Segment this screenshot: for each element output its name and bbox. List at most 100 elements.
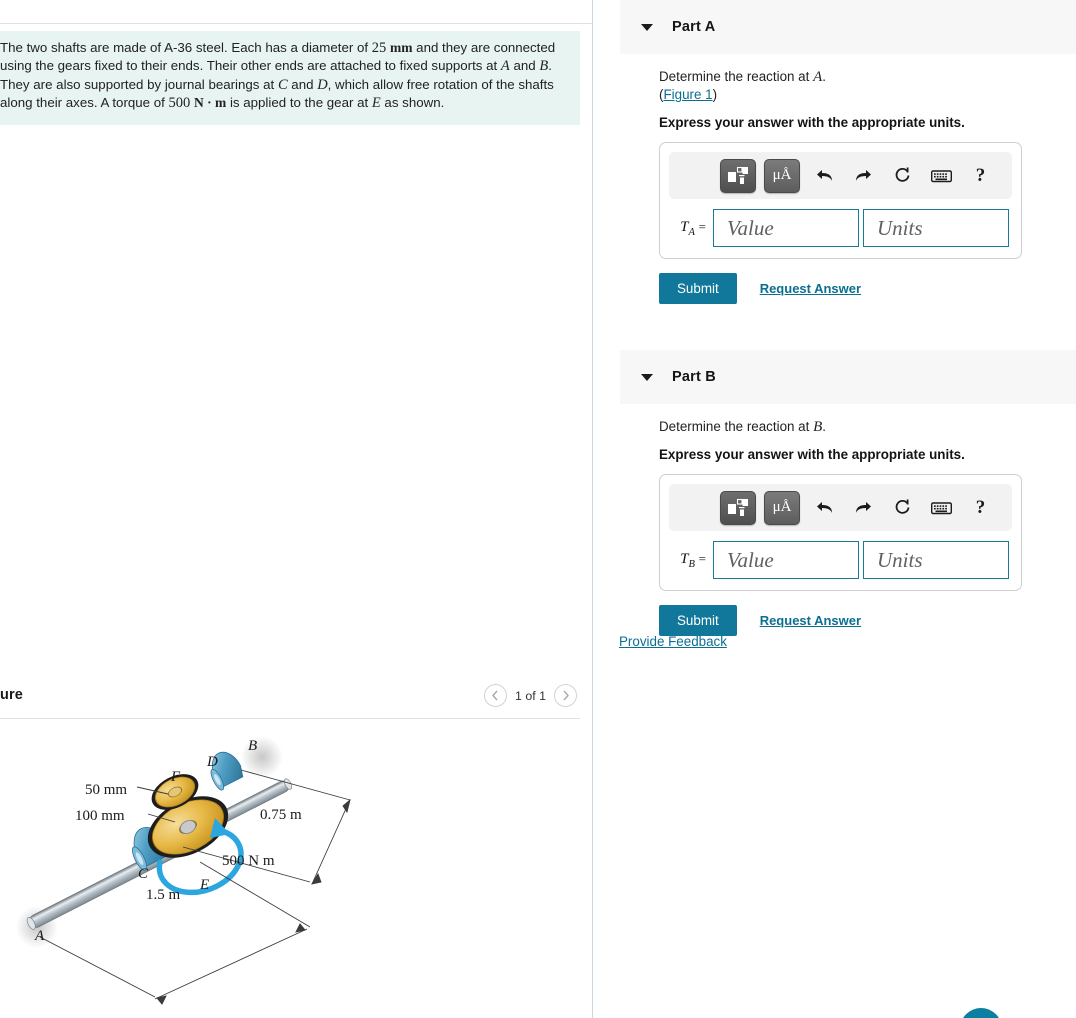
label-f: F <box>170 769 181 785</box>
part-a-value-input[interactable]: Value <box>713 209 859 247</box>
part-a-header[interactable]: Part A <box>620 0 1076 54</box>
problem-segment-15: N · m <box>194 95 227 111</box>
part-a-units-input[interactable]: Units <box>863 209 1009 247</box>
problem-segment-6: and <box>509 58 540 74</box>
part-b-value-input[interactable]: Value <box>713 541 859 579</box>
problem-segment-11: D <box>317 76 328 93</box>
part-b-toolbar: μÅ ? <box>669 484 1012 531</box>
keyboard-icon[interactable] <box>925 493 958 523</box>
reset-glyph <box>895 167 910 182</box>
micro-angstrom-units-icon[interactable]: μÅ <box>764 490 800 525</box>
reset-icon[interactable] <box>886 493 919 523</box>
problem-segment-7: B <box>539 58 549 75</box>
part-a-variable-label: TA = <box>669 219 713 238</box>
caret-down-icon[interactable] <box>641 23 653 31</box>
figure-1-link[interactable]: Figure 1 <box>663 87 712 102</box>
label-d: D <box>206 754 218 770</box>
part-b-var-subscript: B <box>688 558 695 570</box>
chevron-left-glyph <box>492 690 499 701</box>
part-section-b: Part B Determine the reaction at B. Expr… <box>593 350 1076 636</box>
reset-glyph <box>895 499 910 514</box>
part-a-units-note: Express your answer with the appropriate… <box>659 115 965 130</box>
figure-header-divider <box>0 718 580 719</box>
part-b-variable-label: TB = <box>669 551 713 570</box>
figure-panel-title: Figure <box>0 687 23 703</box>
math-template-icon[interactable] <box>720 158 756 193</box>
part-b-body: Determine the reaction at B. Express you… <box>593 404 1076 636</box>
part-a-prompt-var: A <box>813 69 823 85</box>
part-b-submit-button[interactable]: Submit <box>659 605 737 636</box>
label-50mm: 50 mm <box>85 782 127 798</box>
label-a: A <box>34 928 45 944</box>
paren-close: ) <box>712 87 718 102</box>
math-template-icon[interactable] <box>720 490 756 525</box>
problem-segment-18: as shown. <box>380 95 445 111</box>
figure-image[interactable]: B D F C E A 50 mm 100 mm 500 N m 0.75 m … <box>0 722 580 1012</box>
part-a-prompt-prefix: Determine the reaction at <box>659 69 814 84</box>
part-a-toolbar: μÅ ? <box>669 152 1012 199</box>
problem-segment-0: The two shafts are made of A-36 steel. E… <box>0 40 372 55</box>
part-a-submit-button[interactable]: Submit <box>659 273 737 304</box>
label-c: C <box>138 866 149 882</box>
label-075m: 0.75 m <box>260 807 302 823</box>
problem-statement-text: The two shafts are made of A-36 steel. E… <box>0 39 570 113</box>
shaft-gear-diagram: B D F C E A 50 mm 100 mm 500 N m 0.75 m … <box>16 736 351 1005</box>
part-section-a: Part A Determine the reaction at A. (Fig… <box>593 0 1076 304</box>
part-b-prompt-var: B <box>813 419 823 435</box>
part-a-var-subscript: A <box>688 226 695 238</box>
part-b-equals: = <box>698 550 706 566</box>
problem-segment-3: mm <box>389 40 413 55</box>
redo-glyph <box>856 170 871 181</box>
problem-segment-10: and <box>287 76 318 92</box>
help-icon[interactable]: ? <box>964 161 997 191</box>
undo-glyph <box>817 502 832 513</box>
part-b-units-input[interactable]: Units <box>863 541 1009 579</box>
top-divider <box>0 23 592 24</box>
figure-header: Figure 1 of 1 <box>0 684 580 716</box>
chevron-left-icon[interactable] <box>483 684 507 707</box>
left-panel: The two shafts are made of A-36 steel. E… <box>0 0 592 1018</box>
redo-icon[interactable] <box>847 493 880 523</box>
reset-icon[interactable] <box>886 161 919 191</box>
label-100mm: 100 mm <box>75 808 125 824</box>
part-a-figure-reference: (Figure 1) <box>659 86 1076 104</box>
units-btn-label: μÅ <box>772 499 792 515</box>
math-template-glyph <box>728 498 748 516</box>
label-torque: 500 N m <box>222 853 275 869</box>
part-b-units-note: Express your answer with the appropriate… <box>659 447 965 462</box>
provide-feedback-link[interactable]: Provide Feedback <box>619 634 727 649</box>
help-icon[interactable]: ? <box>964 493 997 523</box>
chevron-right-icon[interactable] <box>554 684 577 707</box>
part-b-prompt-suffix: . <box>822 419 826 434</box>
caret-down-icon[interactable] <box>641 373 653 381</box>
undo-icon[interactable] <box>808 161 841 191</box>
part-b-actions: Submit Request Answer <box>659 605 1076 636</box>
problem-segment-16: is applied to the gear at <box>226 95 372 111</box>
part-b-answer-box: μÅ ? TB = Value Units <box>659 474 1022 591</box>
keyboard-icon[interactable] <box>925 161 958 191</box>
micro-angstrom-units-icon[interactable]: μÅ <box>764 158 800 193</box>
label-b: B <box>248 738 257 754</box>
label-e: E <box>199 877 209 893</box>
chevron-right-glyph <box>562 690 569 701</box>
part-b-request-answer-link[interactable]: Request Answer <box>760 613 861 628</box>
problem-segment-17: E <box>371 95 381 112</box>
keyboard-glyph <box>931 169 952 182</box>
part-b-title: Part B <box>672 369 716 385</box>
part-a-actions: Submit Request Answer <box>659 273 1076 304</box>
part-b-header[interactable]: Part B <box>620 350 1076 404</box>
part-b-input-row: TB = Value Units <box>669 541 1012 579</box>
problem-segment-1: 25 <box>371 40 387 56</box>
part-a-request-answer-link[interactable]: Request Answer <box>760 281 861 296</box>
redo-icon[interactable] <box>847 161 880 191</box>
part-b-prompt: Determine the reaction at B. <box>659 418 1076 436</box>
part-a-prompt: Determine the reaction at A. <box>659 68 1076 86</box>
undo-icon[interactable] <box>808 493 841 523</box>
problem-segment-9: C <box>277 76 288 93</box>
label-15m: 1.5 m <box>146 887 181 903</box>
math-template-glyph <box>728 166 748 184</box>
right-panel: Part A Determine the reaction at A. (Fig… <box>593 0 1076 1018</box>
problem-segment-5: A <box>500 58 510 75</box>
part-b-prompt-prefix: Determine the reaction at <box>659 419 814 434</box>
page-root: The two shafts are made of A-36 steel. E… <box>0 0 1076 1018</box>
